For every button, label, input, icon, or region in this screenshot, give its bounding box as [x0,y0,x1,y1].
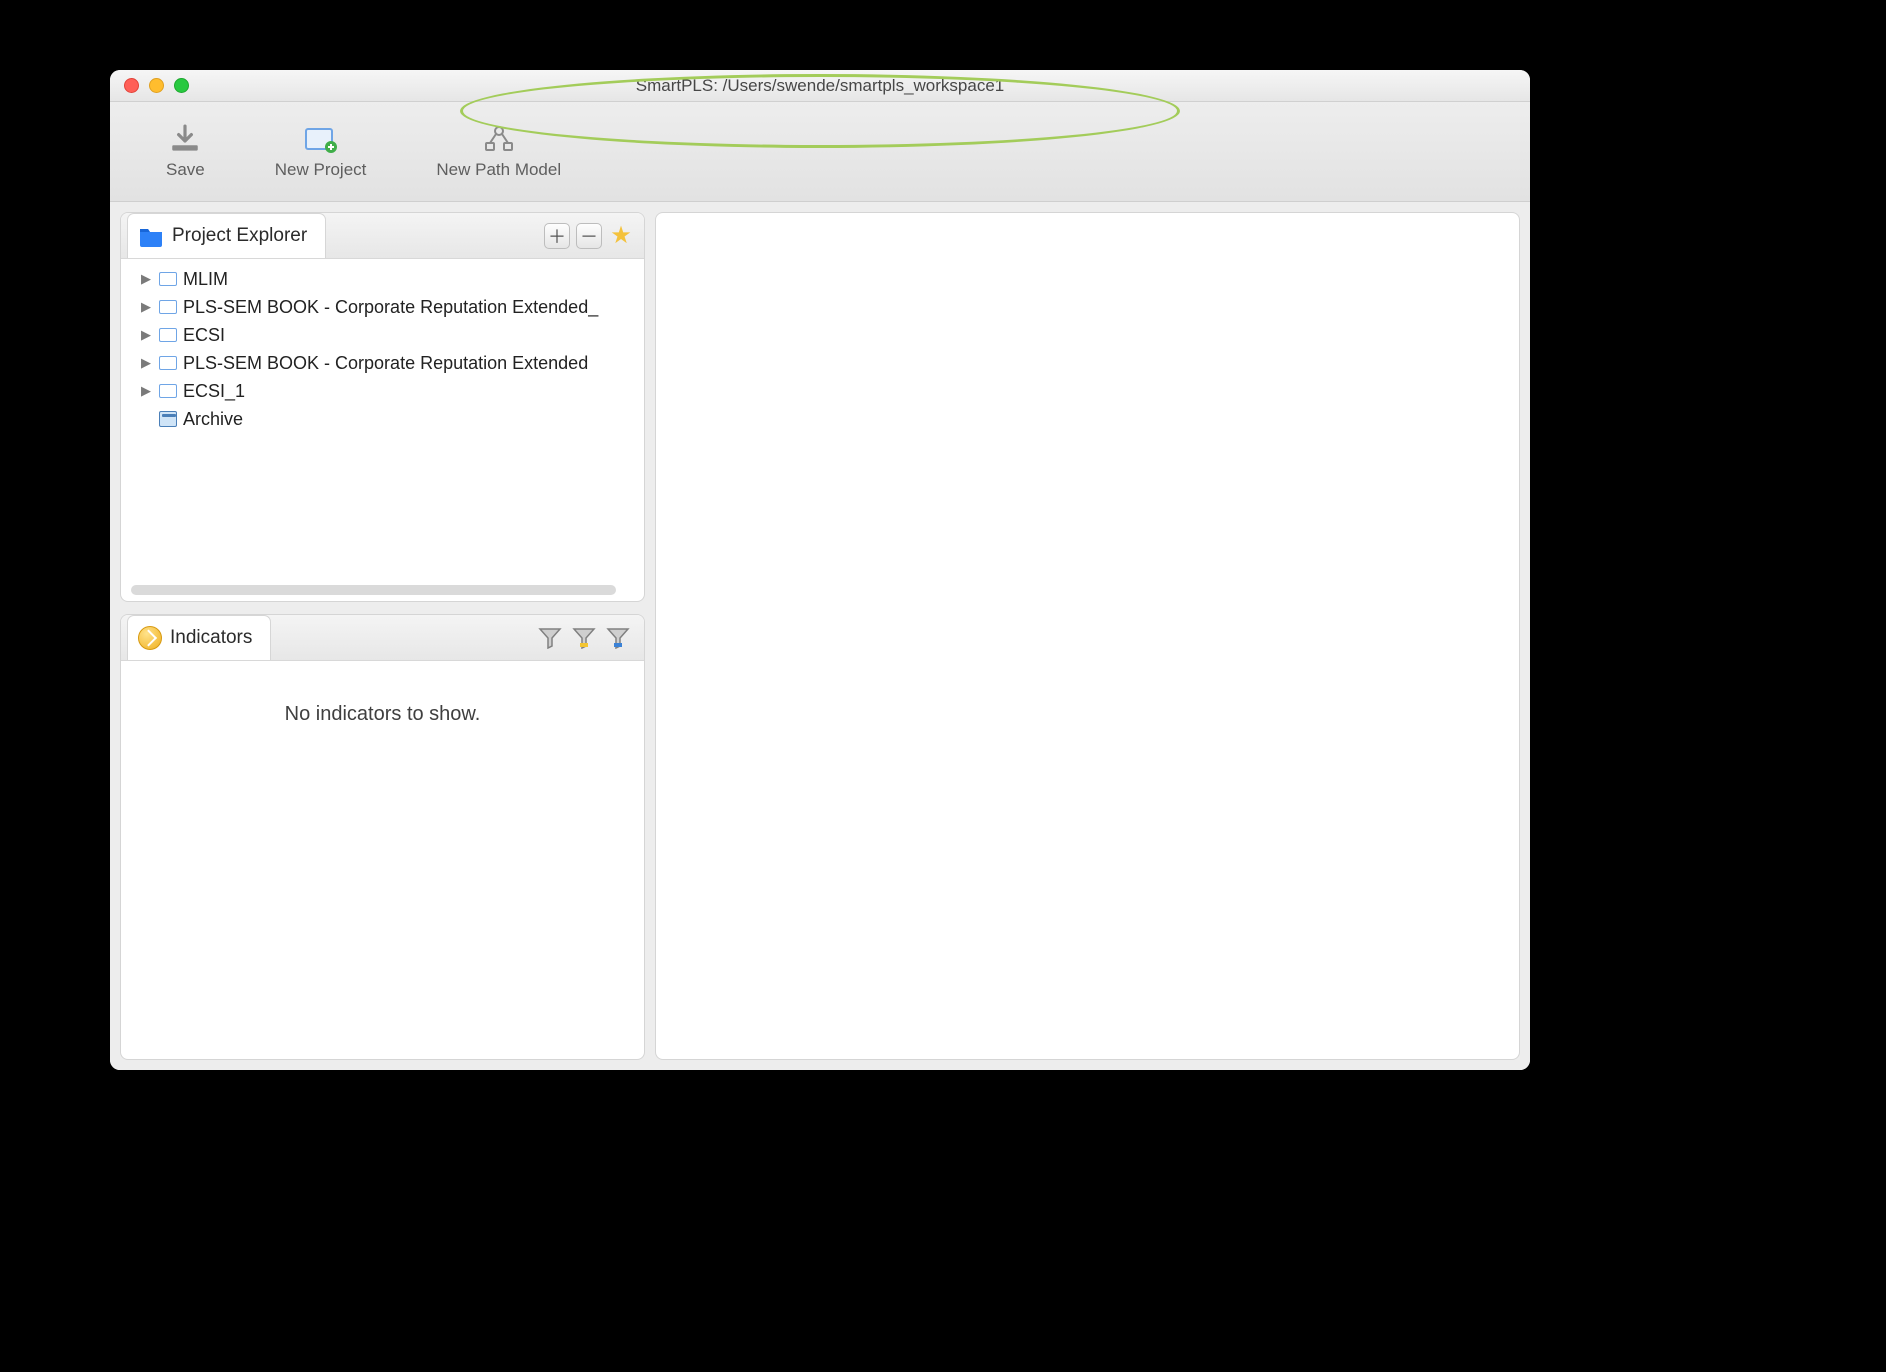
project-icon [159,384,177,398]
filter-yellow-button[interactable] [572,627,596,649]
archive-icon [159,411,177,427]
toolbar: Save New Project New Path Model [110,102,1530,202]
project-explorer-header: Project Explorer ＋ － ★ [121,213,644,259]
window-title: SmartPLS: /Users/swende/smartpls_workspa… [636,76,1004,96]
new-project-button[interactable]: New Project [275,124,367,180]
expand-caret-icon: ▶ [141,383,153,399]
filter-blue-button[interactable] [606,627,630,649]
folder-icon [138,225,164,247]
project-label: PLS-SEM BOOK - Corporate Reputation Exte… [183,353,588,374]
project-item[interactable]: ▶ PLS-SEM BOOK - Corporate Reputation Ex… [129,293,638,321]
new-project-icon [304,124,338,154]
expand-caret-icon: ▶ [141,327,153,343]
favorite-button[interactable]: ★ [608,223,634,249]
project-icon [159,272,177,286]
project-item[interactable]: ▶ ECSI_1 [129,377,638,405]
archive-item[interactable]: Archive [129,405,638,433]
expand-caret-icon: ▶ [141,299,153,315]
left-column: Project Explorer ＋ － ★ ▶ MLIM ▶ [110,202,655,1070]
project-label: MLIM [183,269,228,290]
indicators-header: Indicators [121,615,644,661]
indicators-panel: Indicators No indicators to show. [120,614,645,1060]
project-icon [159,356,177,370]
window-controls [124,78,189,93]
project-icon [159,328,177,342]
minimize-window-button[interactable] [149,78,164,93]
collapse-all-button[interactable]: － [576,223,602,249]
app-window: SmartPLS: /Users/swende/smartpls_workspa… [110,70,1530,1070]
project-explorer-tab[interactable]: Project Explorer [127,213,326,258]
explorer-header-buttons: ＋ － ★ [544,223,644,249]
expand-caret-icon: ▶ [141,271,153,287]
new-path-model-label: New Path Model [436,160,561,180]
indicators-title: Indicators [170,627,252,649]
indicators-tab[interactable]: Indicators [127,615,271,660]
project-tree: ▶ MLIM ▶ PLS-SEM BOOK - Corporate Reputa… [121,259,644,601]
path-model-icon [482,124,516,154]
save-button[interactable]: Save [166,124,205,180]
project-item[interactable]: ▶ ECSI [129,321,638,349]
indicators-icon [138,626,162,650]
indicator-filter-buttons [538,627,644,649]
editor-area [655,212,1520,1060]
body-area: Project Explorer ＋ － ★ ▶ MLIM ▶ [110,202,1530,1070]
save-label: Save [166,160,205,180]
expand-all-button[interactable]: ＋ [544,223,570,249]
project-item[interactable]: ▶ MLIM [129,265,638,293]
project-item[interactable]: ▶ PLS-SEM BOOK - Corporate Reputation Ex… [129,349,638,377]
save-icon [168,124,202,154]
filter-grey-button[interactable] [538,627,562,649]
archive-label: Archive [183,409,243,430]
project-explorer-panel: Project Explorer ＋ － ★ ▶ MLIM ▶ [120,212,645,602]
close-window-button[interactable] [124,78,139,93]
project-icon [159,300,177,314]
zoom-window-button[interactable] [174,78,189,93]
titlebar: SmartPLS: /Users/swende/smartpls_workspa… [110,70,1530,102]
indicators-empty-text: No indicators to show. [121,661,644,768]
project-label: ECSI [183,325,225,346]
new-path-model-button[interactable]: New Path Model [436,124,561,180]
horizontal-scrollbar[interactable] [131,585,616,595]
new-project-label: New Project [275,160,367,180]
project-label: PLS-SEM BOOK - Corporate Reputation Exte… [183,297,598,318]
expand-caret-icon: ▶ [141,355,153,371]
project-label: ECSI_1 [183,381,245,402]
project-explorer-title: Project Explorer [172,225,307,247]
